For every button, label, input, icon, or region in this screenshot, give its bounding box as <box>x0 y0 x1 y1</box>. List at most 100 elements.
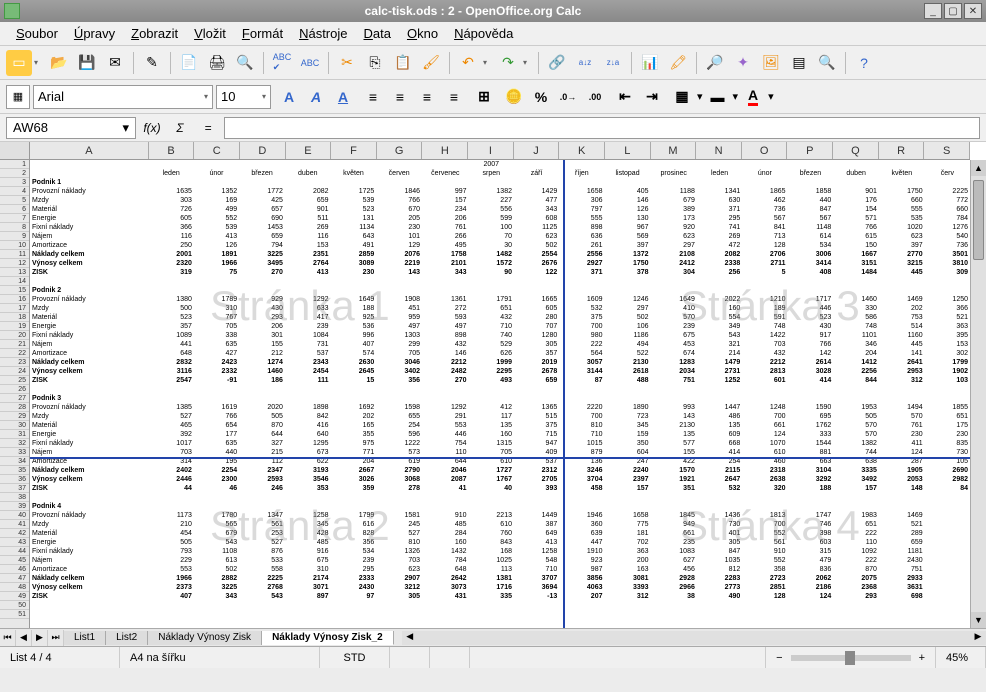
save-button[interactable]: 💾 <box>74 50 100 76</box>
cell[interactable]: 673 <box>285 448 331 457</box>
cell[interactable] <box>514 277 559 286</box>
cell[interactable] <box>879 160 925 169</box>
cell[interactable]: 751 <box>651 376 697 385</box>
col-header-A[interactable]: A <box>30 142 149 159</box>
tab-first-button[interactable]: ⏮ <box>0 630 16 646</box>
cell[interactable]: 297 <box>604 304 650 313</box>
cell[interactable]: 2108 <box>651 250 697 259</box>
cell[interactable]: 565 <box>194 520 239 529</box>
cell[interactable]: 157 <box>422 196 468 205</box>
cell[interactable]: 605 <box>514 304 559 313</box>
cell[interactable]: 230 <box>925 430 970 439</box>
cell[interactable]: 876 <box>239 547 285 556</box>
cell[interactable]: 1070 <box>742 439 787 448</box>
cell[interactable]: 1436 <box>697 511 742 520</box>
cell[interactable]: 358 <box>742 565 787 574</box>
cell[interactable]: 571 <box>833 214 879 223</box>
cell[interactable]: 870 <box>239 421 285 430</box>
cell[interactable]: 1084 <box>285 331 331 340</box>
col-header-L[interactable]: L <box>605 142 651 159</box>
cell[interactable]: 1717 <box>788 295 834 304</box>
cell[interactable]: 129 <box>376 241 422 250</box>
cell[interactable]: 1858 <box>788 187 834 196</box>
cell[interactable] <box>925 538 970 547</box>
cell[interactable]: 695 <box>788 412 834 421</box>
cell[interactable]: 142 <box>788 349 834 358</box>
cell[interactable]: 622 <box>285 457 331 466</box>
cell[interactable]: 212 <box>239 349 285 358</box>
cell[interactable]: 570 <box>833 421 879 430</box>
cell[interactable]: 705 <box>469 448 514 457</box>
cell[interactable]: 1292 <box>422 403 468 412</box>
cell[interactable]: 2731 <box>697 367 742 376</box>
cell[interactable] <box>788 286 834 295</box>
cell[interactable]: 1570 <box>651 466 697 475</box>
cell[interactable] <box>833 286 879 295</box>
cell[interactable]: 1921 <box>651 475 697 484</box>
cell[interactable] <box>925 583 970 592</box>
cell[interactable]: 797 <box>559 205 604 214</box>
cell[interactable]: 1210 <box>742 295 787 304</box>
cell[interactable]: 413 <box>285 268 331 277</box>
row-header-47[interactable]: 47 <box>0 574 29 583</box>
cell[interactable]: 626 <box>469 349 514 358</box>
cell[interactable]: 1276 <box>925 223 970 232</box>
cell[interactable]: 441 <box>148 340 193 349</box>
col-header-K[interactable]: K <box>559 142 605 159</box>
cell[interactable] <box>514 493 559 502</box>
cell[interactable] <box>285 160 331 169</box>
cell[interactable]: 1865 <box>742 187 787 196</box>
cell[interactable] <box>331 502 377 511</box>
cell[interactable]: 679 <box>194 529 239 538</box>
row-header-24[interactable]: 24 <box>0 367 29 376</box>
cell[interactable]: únor <box>194 169 239 178</box>
cell[interactable]: 155 <box>239 340 285 349</box>
cell[interactable]: 1482 <box>469 250 514 259</box>
cell[interactable]: 3151 <box>833 259 879 268</box>
cell[interactable]: 1181 <box>879 547 925 556</box>
col-header-F[interactable]: F <box>331 142 377 159</box>
tab-prev-button[interactable]: ◀ <box>16 630 32 646</box>
cell[interactable] <box>30 493 148 502</box>
cell[interactable]: 603 <box>788 538 834 547</box>
cell[interactable]: 447 <box>559 538 604 547</box>
cell[interactable]: 515 <box>514 412 559 421</box>
cell[interactable]: 3215 <box>879 259 925 268</box>
cell[interactable] <box>148 286 193 295</box>
sum-button[interactable]: Σ <box>168 117 192 139</box>
cell[interactable]: 169 <box>194 196 239 205</box>
cell[interactable]: 445 <box>879 340 925 349</box>
cell[interactable] <box>331 601 377 610</box>
cell[interactable] <box>285 502 331 511</box>
cell[interactable] <box>422 394 468 403</box>
cell[interactable]: 1581 <box>376 511 422 520</box>
cell[interactable]: 925 <box>331 313 377 322</box>
cell[interactable]: 730 <box>925 448 970 457</box>
align-justify-button[interactable]: ≡ <box>442 85 466 109</box>
cell[interactable] <box>879 493 925 502</box>
cell[interactable]: 540 <box>925 232 970 241</box>
cell[interactable] <box>742 385 787 394</box>
cell[interactable]: 993 <box>651 403 697 412</box>
cell[interactable] <box>697 502 742 511</box>
cell[interactable] <box>30 160 148 169</box>
cell[interactable]: 124 <box>788 592 834 601</box>
cell[interactable]: 1598 <box>376 403 422 412</box>
cell[interactable]: 100 <box>469 223 514 232</box>
cell[interactable]: 254 <box>376 421 422 430</box>
chart-button[interactable]: 📊 <box>637 50 663 76</box>
cell[interactable]: 239 <box>651 322 697 331</box>
cell[interactable] <box>239 160 285 169</box>
menu-formát[interactable]: Formát <box>234 23 291 44</box>
cell[interactable]: 497 <box>422 322 468 331</box>
cell[interactable]: 1946 <box>559 511 604 520</box>
cell[interactable]: 75 <box>194 268 239 277</box>
cell[interactable]: 2320 <box>148 259 193 268</box>
cell[interactable]: 181 <box>604 529 650 538</box>
cell[interactable]: 1725 <box>331 187 377 196</box>
cell[interactable]: 1494 <box>879 403 925 412</box>
cell[interactable]: 2645 <box>331 367 377 376</box>
cell[interactable]: 2953 <box>879 367 925 376</box>
cell[interactable]: 3856 <box>559 574 604 583</box>
align-left-button[interactable]: ≡ <box>361 85 385 109</box>
